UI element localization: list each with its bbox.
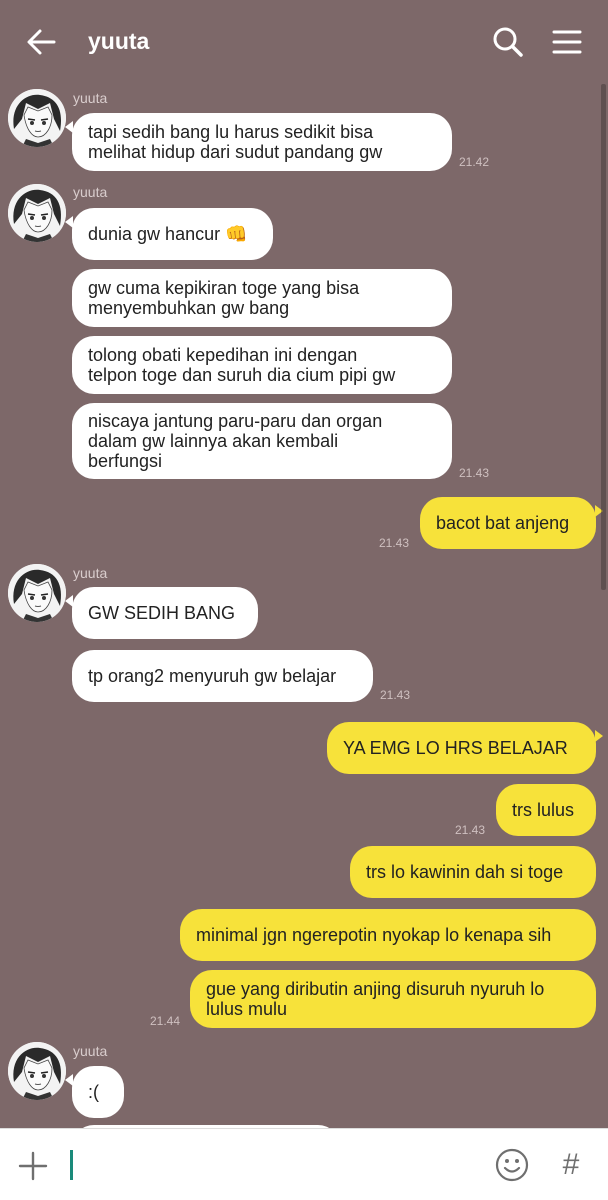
message-text: tolong obati kepedihan ini dengan [88,345,358,365]
chat-header: yuuta [0,0,608,84]
message-text: gue yang diributin anjing disuruh nyuruh… [206,979,545,999]
message-text: telpon toge dan suruh dia cium pipi gw [88,365,396,385]
message-text: gw cuma kepikiran toge yang bisa [88,278,360,298]
avatar[interactable] [8,184,66,242]
message-time: 21.43 [459,466,490,480]
message-time: 21.43 [380,688,411,702]
incoming-message[interactable]: :( [65,1066,124,1118]
outgoing-message[interactable]: YA EMG LO HRS BELAJAR [327,722,603,774]
message-text: dalam gw lainnya akan kembali [88,431,339,451]
message-text: tp orang2 menyuruh gw belajar [88,666,337,686]
hashtag-button[interactable]: # [556,1145,586,1185]
plus-icon [18,1151,48,1181]
search-icon [493,27,523,57]
message-text: tapi sedih bang lu harus sedikit bisa [88,122,374,142]
sender-name: yuuta [73,90,108,106]
back-button[interactable] [26,28,56,56]
incoming-message[interactable]: dunia gw hancur 👊 [65,208,273,260]
sender-name: yuuta [73,565,108,581]
message-text: niscaya jantung paru-paru dan organ [88,411,383,431]
arrow-left-icon [27,29,56,55]
message-input[interactable] [78,1143,458,1187]
chat-title: yuuta [88,28,150,54]
avatar[interactable] [8,1042,66,1100]
incoming-message[interactable]: gw cuma kepikiran toge yang bisa menyemb… [72,269,452,327]
menu-icon [552,30,582,54]
outgoing-message[interactable]: trs lulus [496,784,596,836]
emoji-button[interactable] [494,1147,530,1183]
incoming-message[interactable]: niscaya jantung paru-paru dan organ dala… [72,403,452,479]
outgoing-message[interactable]: trs lo kawinin dah si toge [350,846,596,898]
message-text: menyembuhkan gw bang [88,298,290,318]
avatar[interactable] [8,564,66,622]
message-time: 21.43 [379,536,410,550]
message-text: minimal jgn ngerepotin nyokap lo kenapa … [196,925,552,945]
message-time: 21.43 [455,823,486,837]
incoming-message[interactable]: tp orang2 menyuruh gw belajar [72,650,373,702]
outgoing-message[interactable]: bacot bat anjeng [420,497,603,549]
search-button[interactable] [492,26,524,58]
avatar[interactable] [8,89,66,147]
message-time: 21.44 [150,1014,181,1028]
sender-name: yuuta [73,1043,108,1059]
menu-button[interactable] [552,28,582,56]
smiley-icon [495,1148,529,1182]
sender-name: yuuta [73,184,108,200]
message-text: dunia gw hancur 👊 [88,224,248,244]
message-text: bacot bat anjeng [436,513,570,533]
message-text: :( [88,1082,99,1102]
message-text: trs lulus [512,800,575,820]
message-text: melihat hidup dari sudut pandang gw [88,142,383,162]
message-composer: # [0,1128,608,1200]
add-attachment-button[interactable] [18,1151,48,1181]
avatar-image [8,89,66,147]
message-time: 21.42 [459,155,490,169]
scrollbar-thumb[interactable] [601,84,606,590]
outgoing-message[interactable]: minimal jgn ngerepotin nyokap lo kenapa … [180,909,596,961]
avatar-image [8,184,66,242]
message-text: trs lo kawinin dah si toge [366,862,564,882]
avatar-image [8,564,66,622]
message-list[interactable]: yuuta tapi sedih bang lu harus sedikit b… [0,84,608,1128]
outgoing-message[interactable]: gue yang diributin anjing disuruh nyuruh… [190,970,596,1028]
hash-icon: # [562,1148,580,1181]
message-text: berfungsi [88,451,163,471]
avatar-image [8,1042,66,1100]
message-text: YA EMG LO HRS BELAJAR [343,738,568,758]
message-text: lulus mulu [206,999,288,1019]
message-text: GW SEDIH BANG [88,603,236,623]
incoming-message[interactable]: tapi sedih bang lu harus sedikit bisa me… [65,113,452,171]
text-cursor [70,1150,73,1180]
incoming-message[interactable]: tolong obati kepedihan ini dengan telpon… [72,336,452,394]
incoming-message[interactable]: GW SEDIH BANG [65,587,258,639]
